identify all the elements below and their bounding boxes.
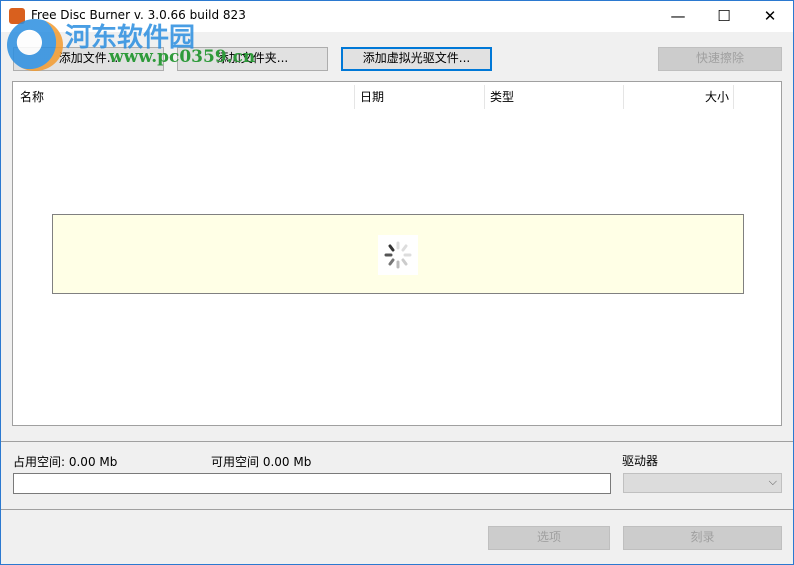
column-name[interactable]: 名称 (20, 86, 44, 108)
close-button[interactable]: ✕ (747, 1, 793, 32)
loading-panel (52, 214, 744, 294)
space-progress-bar (13, 473, 611, 494)
burn-button[interactable]: 刻录 (623, 526, 782, 550)
column-divider[interactable] (354, 85, 355, 109)
free-space-label: 可用空间 0.00 Mb (211, 455, 312, 469)
column-size[interactable]: 大小 (625, 86, 729, 108)
drive-label: 驱动器 (622, 454, 659, 468)
column-type[interactable]: 类型 (490, 86, 514, 108)
used-space-label: 占用空间: 0.00 Mb (13, 455, 118, 469)
watermark-logo-icon (7, 19, 63, 71)
options-button[interactable]: 选项 (488, 526, 610, 550)
drive-select[interactable]: ⌵ (623, 473, 782, 493)
minimize-button[interactable]: — (655, 1, 701, 32)
watermark-url: www.pc0359.cn (109, 47, 256, 67)
file-list[interactable]: 名称 日期 类型 大小 (12, 81, 782, 426)
separator (1, 441, 793, 442)
column-date[interactable]: 日期 (360, 86, 384, 108)
separator (1, 509, 793, 510)
add-virtual-drive-file-button[interactable]: 添加虚拟光驱文件... (341, 47, 492, 71)
chevron-down-icon: ⌵ (768, 475, 777, 488)
loading-spinner-icon (378, 235, 418, 275)
column-divider[interactable] (733, 85, 734, 109)
quick-erase-button[interactable]: 快速擦除 (658, 47, 782, 71)
maximize-button[interactable]: ☐ (701, 1, 747, 32)
column-divider[interactable] (484, 85, 485, 109)
column-divider[interactable] (623, 85, 624, 109)
